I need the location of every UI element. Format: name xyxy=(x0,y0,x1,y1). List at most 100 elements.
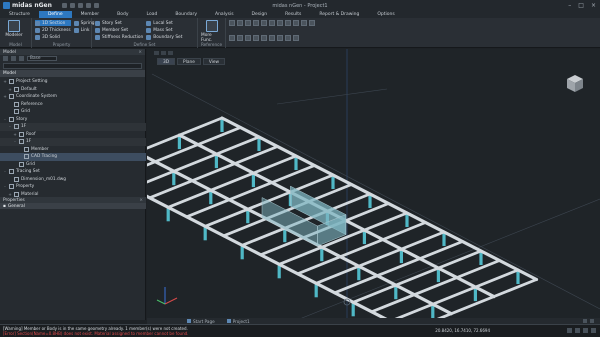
minimize-icon[interactable]: – xyxy=(568,2,571,9)
tab-analysis[interactable]: Analysis xyxy=(206,11,243,18)
tab-boundary[interactable]: Boundary xyxy=(166,11,206,18)
tool-icon[interactable] xyxy=(285,35,291,41)
close-icon[interactable]: × xyxy=(591,2,596,9)
tab-structure[interactable]: Structure xyxy=(0,11,39,18)
tree-expander-icon[interactable]: + xyxy=(8,87,12,92)
tree-item[interactable]: + Coordinate System xyxy=(0,93,146,101)
tab-options[interactable]: Options xyxy=(368,11,403,18)
section-1d-button[interactable]: 1D Section xyxy=(35,20,71,26)
tool-icon[interactable] xyxy=(269,20,275,26)
tool-icon[interactable] xyxy=(229,20,235,26)
tool-icon[interactable] xyxy=(285,20,291,26)
tree-item[interactable]: - Story xyxy=(0,116,146,124)
base-dropdown[interactable]: Base xyxy=(27,56,57,61)
tree-expander-icon[interactable]: + xyxy=(8,192,12,197)
properties-close-icon[interactable]: × xyxy=(139,198,143,203)
tree-expander-icon[interactable]: + xyxy=(3,79,7,84)
settings-icon[interactable] xyxy=(591,328,596,333)
model-root[interactable]: Model xyxy=(0,70,145,77)
tool-icon[interactable] xyxy=(261,20,267,26)
doc-ctl-icon[interactable] xyxy=(590,319,594,323)
tool-icon[interactable] xyxy=(253,35,259,41)
tree-item[interactable]: Grid xyxy=(0,161,146,169)
tool-icon[interactable] xyxy=(245,35,251,41)
tree-item[interactable]: - 1F xyxy=(0,138,146,146)
filter-icon[interactable] xyxy=(3,56,8,61)
redo-icon[interactable] xyxy=(93,3,99,8)
new-file-icon[interactable] xyxy=(61,3,67,8)
tool-icon[interactable] xyxy=(309,20,315,26)
expand-icon[interactable] xyxy=(19,56,24,61)
tool-icon[interactable] xyxy=(301,20,307,26)
tab-body[interactable]: Body xyxy=(108,11,137,18)
tree-item[interactable]: Reference xyxy=(0,101,146,109)
snap-icon[interactable] xyxy=(567,328,572,333)
tree-expander-icon[interactable]: + xyxy=(3,94,7,99)
maximize-icon[interactable]: □ xyxy=(578,2,584,9)
boundary-set-button[interactable]: Boundary Set xyxy=(146,34,182,40)
tree-expander-icon[interactable]: - xyxy=(3,169,7,174)
collapse-icon[interactable] xyxy=(11,56,16,61)
view-tool-icon[interactable] xyxy=(168,51,173,55)
doc-ctl-icon[interactable] xyxy=(583,319,587,323)
view-tab-plane[interactable]: Plane xyxy=(177,58,201,65)
tree-item[interactable]: - 1F xyxy=(0,123,146,131)
tree-expander-icon[interactable]: - xyxy=(13,139,17,144)
tree-item[interactable]: Member xyxy=(0,146,146,154)
member-set-button[interactable]: Member Set xyxy=(95,27,143,33)
doc-tab-project1[interactable]: Project1 xyxy=(226,319,250,324)
tab-report-drawing[interactable]: Report & Drawing xyxy=(310,11,368,18)
tree-expander-icon[interactable]: + xyxy=(13,132,17,137)
open-file-icon[interactable] xyxy=(69,3,75,8)
local-set-button[interactable]: Local Set xyxy=(146,20,182,26)
tool-icon[interactable] xyxy=(277,20,283,26)
tool-icon[interactable] xyxy=(261,35,267,41)
mass-set-button[interactable]: Mass Set xyxy=(146,27,182,33)
ortho-icon[interactable] xyxy=(583,328,588,333)
tool-icon[interactable] xyxy=(277,35,283,41)
grid-icon[interactable] xyxy=(575,328,580,333)
tree-item[interactable]: + Roof xyxy=(0,131,146,139)
view-tool-icon[interactable] xyxy=(154,51,159,55)
story-set-button[interactable]: Story Set xyxy=(95,20,143,26)
tree-item[interactable]: + Project Setting xyxy=(0,78,146,86)
tree-item[interactable]: - Tracing Set xyxy=(0,168,146,176)
tree-item-label: Coordinate System xyxy=(16,94,57,100)
tool-icon[interactable] xyxy=(269,35,275,41)
tool-icon[interactable] xyxy=(237,20,243,26)
tree-expander-icon[interactable]: - xyxy=(8,124,12,129)
tab-results[interactable]: Results xyxy=(276,11,310,18)
properties-general[interactable]: ▪ General xyxy=(0,203,146,209)
tree-item[interactable]: - Property xyxy=(0,183,146,191)
tool-icon[interactable] xyxy=(237,35,243,41)
tool-icon[interactable] xyxy=(245,20,251,26)
tool-icon[interactable] xyxy=(253,20,259,26)
tree-item[interactable]: + Default xyxy=(0,86,146,94)
doc-tab-start-page[interactable]: Start Page xyxy=(187,319,215,324)
thickness-2d-button[interactable]: 2D Thickness xyxy=(35,27,71,33)
view-tab-view[interactable]: View xyxy=(202,58,226,65)
tree-expander-icon[interactable]: - xyxy=(3,117,7,122)
tab-member[interactable]: Member xyxy=(72,11,109,18)
tree-item[interactable]: Grid xyxy=(0,108,146,116)
tool-icon[interactable] xyxy=(229,35,235,41)
view-tool-icon[interactable] xyxy=(161,51,166,55)
properties-panel: Properties × ▪ General xyxy=(0,197,146,211)
tree-item[interactable]: Dimension_m01.dwg xyxy=(0,176,146,184)
tree-expander-icon[interactable]: - xyxy=(3,184,7,189)
stiffness-reduction-button[interactable]: Stiffness Reduction xyxy=(95,34,143,40)
tab-design[interactable]: Design xyxy=(243,11,277,18)
view-tab-3d[interactable]: 3D xyxy=(157,58,176,65)
tab-load[interactable]: Load xyxy=(138,11,167,18)
tab-define[interactable]: Define xyxy=(38,11,72,18)
3d-viewport[interactable]: 3D Plane View xyxy=(147,49,600,320)
app-logo[interactable]: midas nGen xyxy=(3,2,52,9)
tool-icon[interactable] xyxy=(293,20,299,26)
save-icon[interactable] xyxy=(77,3,83,8)
solid-3d-button[interactable]: 3D Solid xyxy=(35,34,71,40)
tool-icon[interactable] xyxy=(293,35,299,41)
model-search-input[interactable] xyxy=(3,63,142,69)
tree-item[interactable]: CAD Tracing xyxy=(0,153,146,161)
panel-close-icon[interactable]: × xyxy=(138,50,142,55)
undo-icon[interactable] xyxy=(85,3,91,8)
